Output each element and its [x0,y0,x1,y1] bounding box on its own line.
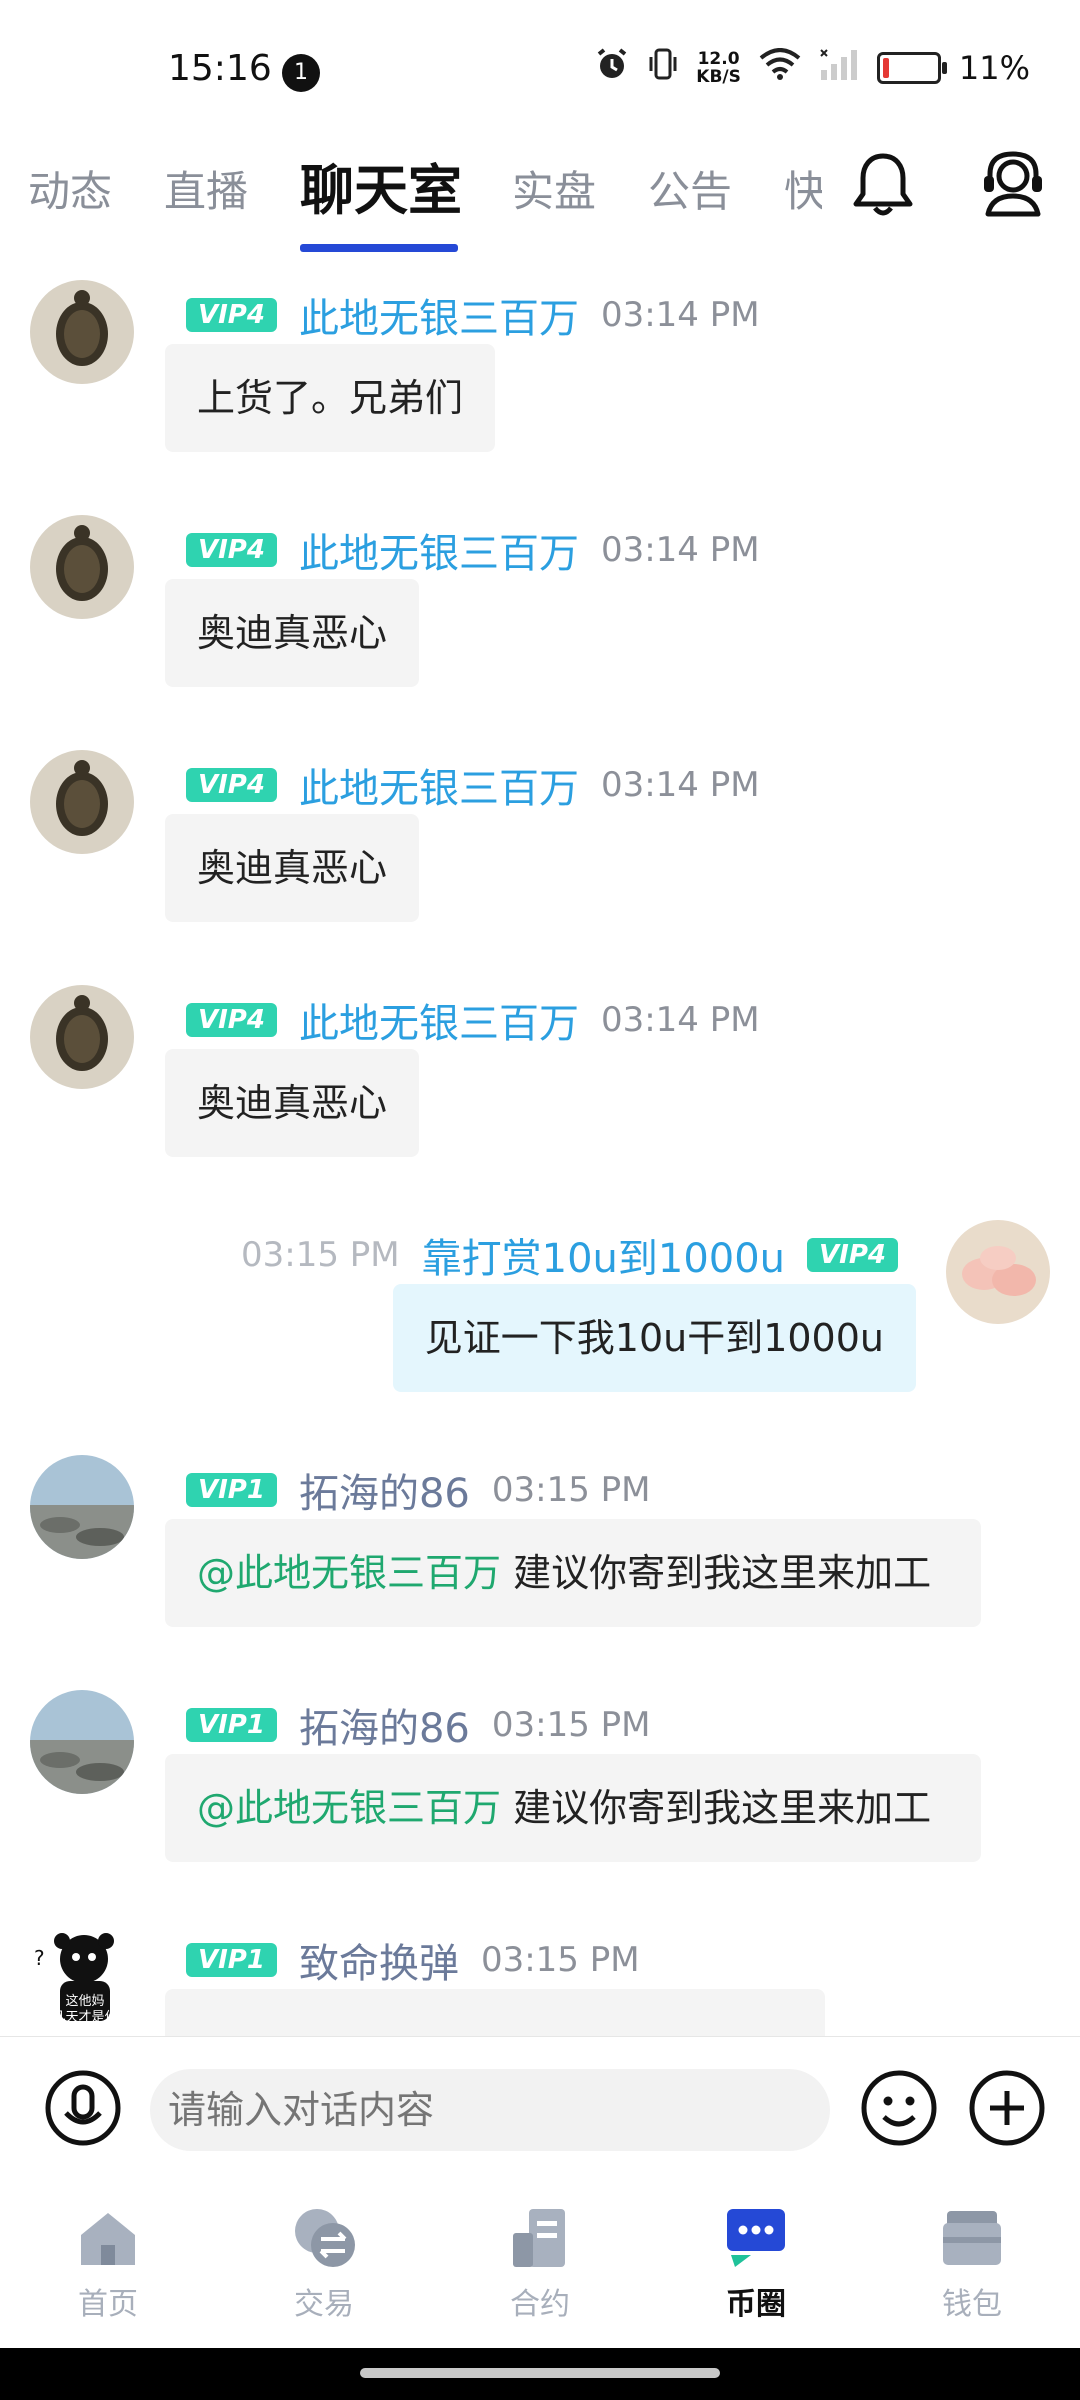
nav-home[interactable]: 首页 [28,2203,188,2323]
vip-badge: VIP1 [186,1708,277,1742]
message-input[interactable] [150,2069,830,2151]
tab-chatroom[interactable]: 聊天室 [300,146,462,225]
message-bubble[interactable]: 奥迪真恶心 [165,814,420,922]
message-time: 03:15 PM [491,1705,651,1745]
username[interactable]: 靠打赏10u到1000u [422,1226,785,1284]
nav-wallet[interactable]: 钱包 [892,2203,1052,2323]
tab-announcements[interactable]: 公告 [648,158,732,219]
message-bubble[interactable]: 上货了。兄弟们 [165,344,496,452]
user-avatar-turtle[interactable] [30,280,134,384]
message-time: 03:14 PM [600,295,760,335]
username[interactable]: 致命换弹 [299,1931,459,1989]
alarm-icon [594,46,630,90]
message-text: 奥迪真恶心 [197,611,388,655]
vip-badge: VIP1 [186,1473,277,1507]
user-avatar-turtle[interactable] [30,985,134,1089]
username[interactable]: 拓海的86 [299,1461,470,1519]
nav-trade[interactable]: 交易 [244,2203,404,2323]
emoji-icon[interactable] [860,2069,938,2151]
contract-icon [513,2209,565,2267]
message-time: 03:14 PM [600,530,760,570]
signal-icon [819,48,859,88]
voice-input-icon[interactable] [44,2069,122,2151]
status-time: 15:16 [168,48,272,89]
message-time: 03:15 PM [480,1940,640,1980]
network-speed-unit: KB/S [696,67,741,87]
vip-badge: VIP4 [186,1003,277,1037]
svg-text:?: ? [34,1946,45,1970]
message-time: 03:14 PM [600,1000,760,1040]
tab-dynamics[interactable]: 动态 [28,158,112,219]
exchange-icon [295,2209,355,2267]
message-text: 奥迪真恶心 [197,1081,388,1125]
username[interactable]: 此地无银三百万 [299,521,579,579]
message-text: 奥迪真恶心 [197,846,388,890]
battery-percent: 11% [958,49,1030,87]
tab-flash[interactable]: 快 [784,158,822,219]
nav-label: 合约 [510,2287,570,2322]
wifi-icon [759,48,801,88]
meme-caption-line1: 这他妈 [65,1993,104,2009]
notification-count-badge: 1 [282,54,320,92]
username[interactable]: 拓海的86 [299,1696,470,1754]
meme-caption-line2: 几天才是什 [52,2010,117,2025]
battery-icon [876,52,947,84]
customer-service-icon[interactable] [980,150,1046,224]
user-avatar-seaside[interactable] [30,1690,134,1794]
tab-live[interactable]: 直播 [164,158,248,219]
network-speed: 12.0 KB/S [696,50,741,86]
wallet-icon [943,2211,1001,2265]
chat-message-list[interactable]: VIP4 此地无银三百万 03:14 PM 上货了。兄弟们 VIP4 此地无银三… [0,262,1080,2037]
vip-badge: VIP4 [807,1238,898,1272]
user-avatar-seaside[interactable] [30,1455,134,1559]
message-time: 03:14 PM [600,765,760,805]
tab-real-trading[interactable]: 实盘 [512,158,596,219]
status-bar: 15:16 1 12.0 KB/S 11% [0,0,1080,140]
nav-crypto-circle[interactable]: 币圈 [676,2203,836,2323]
home-gesture-bar[interactable] [360,2368,720,2378]
network-speed-value: 12.0 [697,49,740,69]
message-bubble[interactable]: 奥迪真恶心 [165,579,420,687]
nav-label: 钱包 [942,2287,1002,2322]
vip-badge: VIP4 [186,768,277,802]
active-tab-indicator [300,244,458,252]
vip-badge: VIP4 [186,533,277,567]
home-icon [81,2213,135,2265]
message-time: 03:15 PM [491,1470,651,1510]
system-gesture-area [0,2348,1080,2400]
message-bubble[interactable]: 奥迪真恶心 [165,1049,420,1157]
vip-badge: VIP1 [186,1943,277,1977]
message-text: 上货了。兄弟们 [197,376,464,420]
vibrate-icon [648,47,678,89]
message-text: 见证一下我10u干到1000u [424,1316,884,1360]
message-text: 建议你寄到我这里来加工 [501,1551,932,1595]
message-bubble[interactable] [165,1989,825,2037]
message-bubble[interactable]: 见证一下我10u干到1000u [392,1284,916,1392]
message-time: 03:15 PM [241,1235,400,1275]
nav-contract[interactable]: 合约 [460,2203,620,2323]
top-tab-bar: 动态 直播 聊天室 实盘 公告 快 [0,140,1080,260]
nav-label: 币圈 [726,2287,786,2322]
message-bubble[interactable]: @此地无银三百万 建议你寄到我这里来加工 [165,1519,981,1627]
chat-bubble-icon [727,2209,785,2267]
vip-badge: VIP4 [186,298,277,332]
username[interactable]: 此地无银三百万 [299,991,579,1049]
user-avatar-meme[interactable]: ? 这他妈 几天才是什 [30,1925,134,2029]
chat-input-bar [0,2036,1080,2205]
user-avatar-piglets[interactable] [946,1220,1050,1324]
nav-label: 交易 [294,2287,354,2322]
user-avatar-turtle[interactable] [30,750,134,854]
user-mention[interactable]: @此地无银三百万 [197,1786,501,1830]
user-avatar-turtle[interactable] [30,515,134,619]
nav-label: 首页 [78,2287,138,2322]
username[interactable]: 此地无银三百万 [299,756,579,814]
user-mention[interactable]: @此地无银三百万 [197,1551,501,1595]
add-attachment-icon[interactable] [968,2069,1046,2151]
username[interactable]: 此地无银三百万 [299,286,579,344]
message-text: 建议你寄到我这里来加工 [501,1786,932,1830]
bell-icon[interactable] [850,150,916,224]
message-bubble[interactable]: @此地无银三百万 建议你寄到我这里来加工 [165,1754,981,1862]
